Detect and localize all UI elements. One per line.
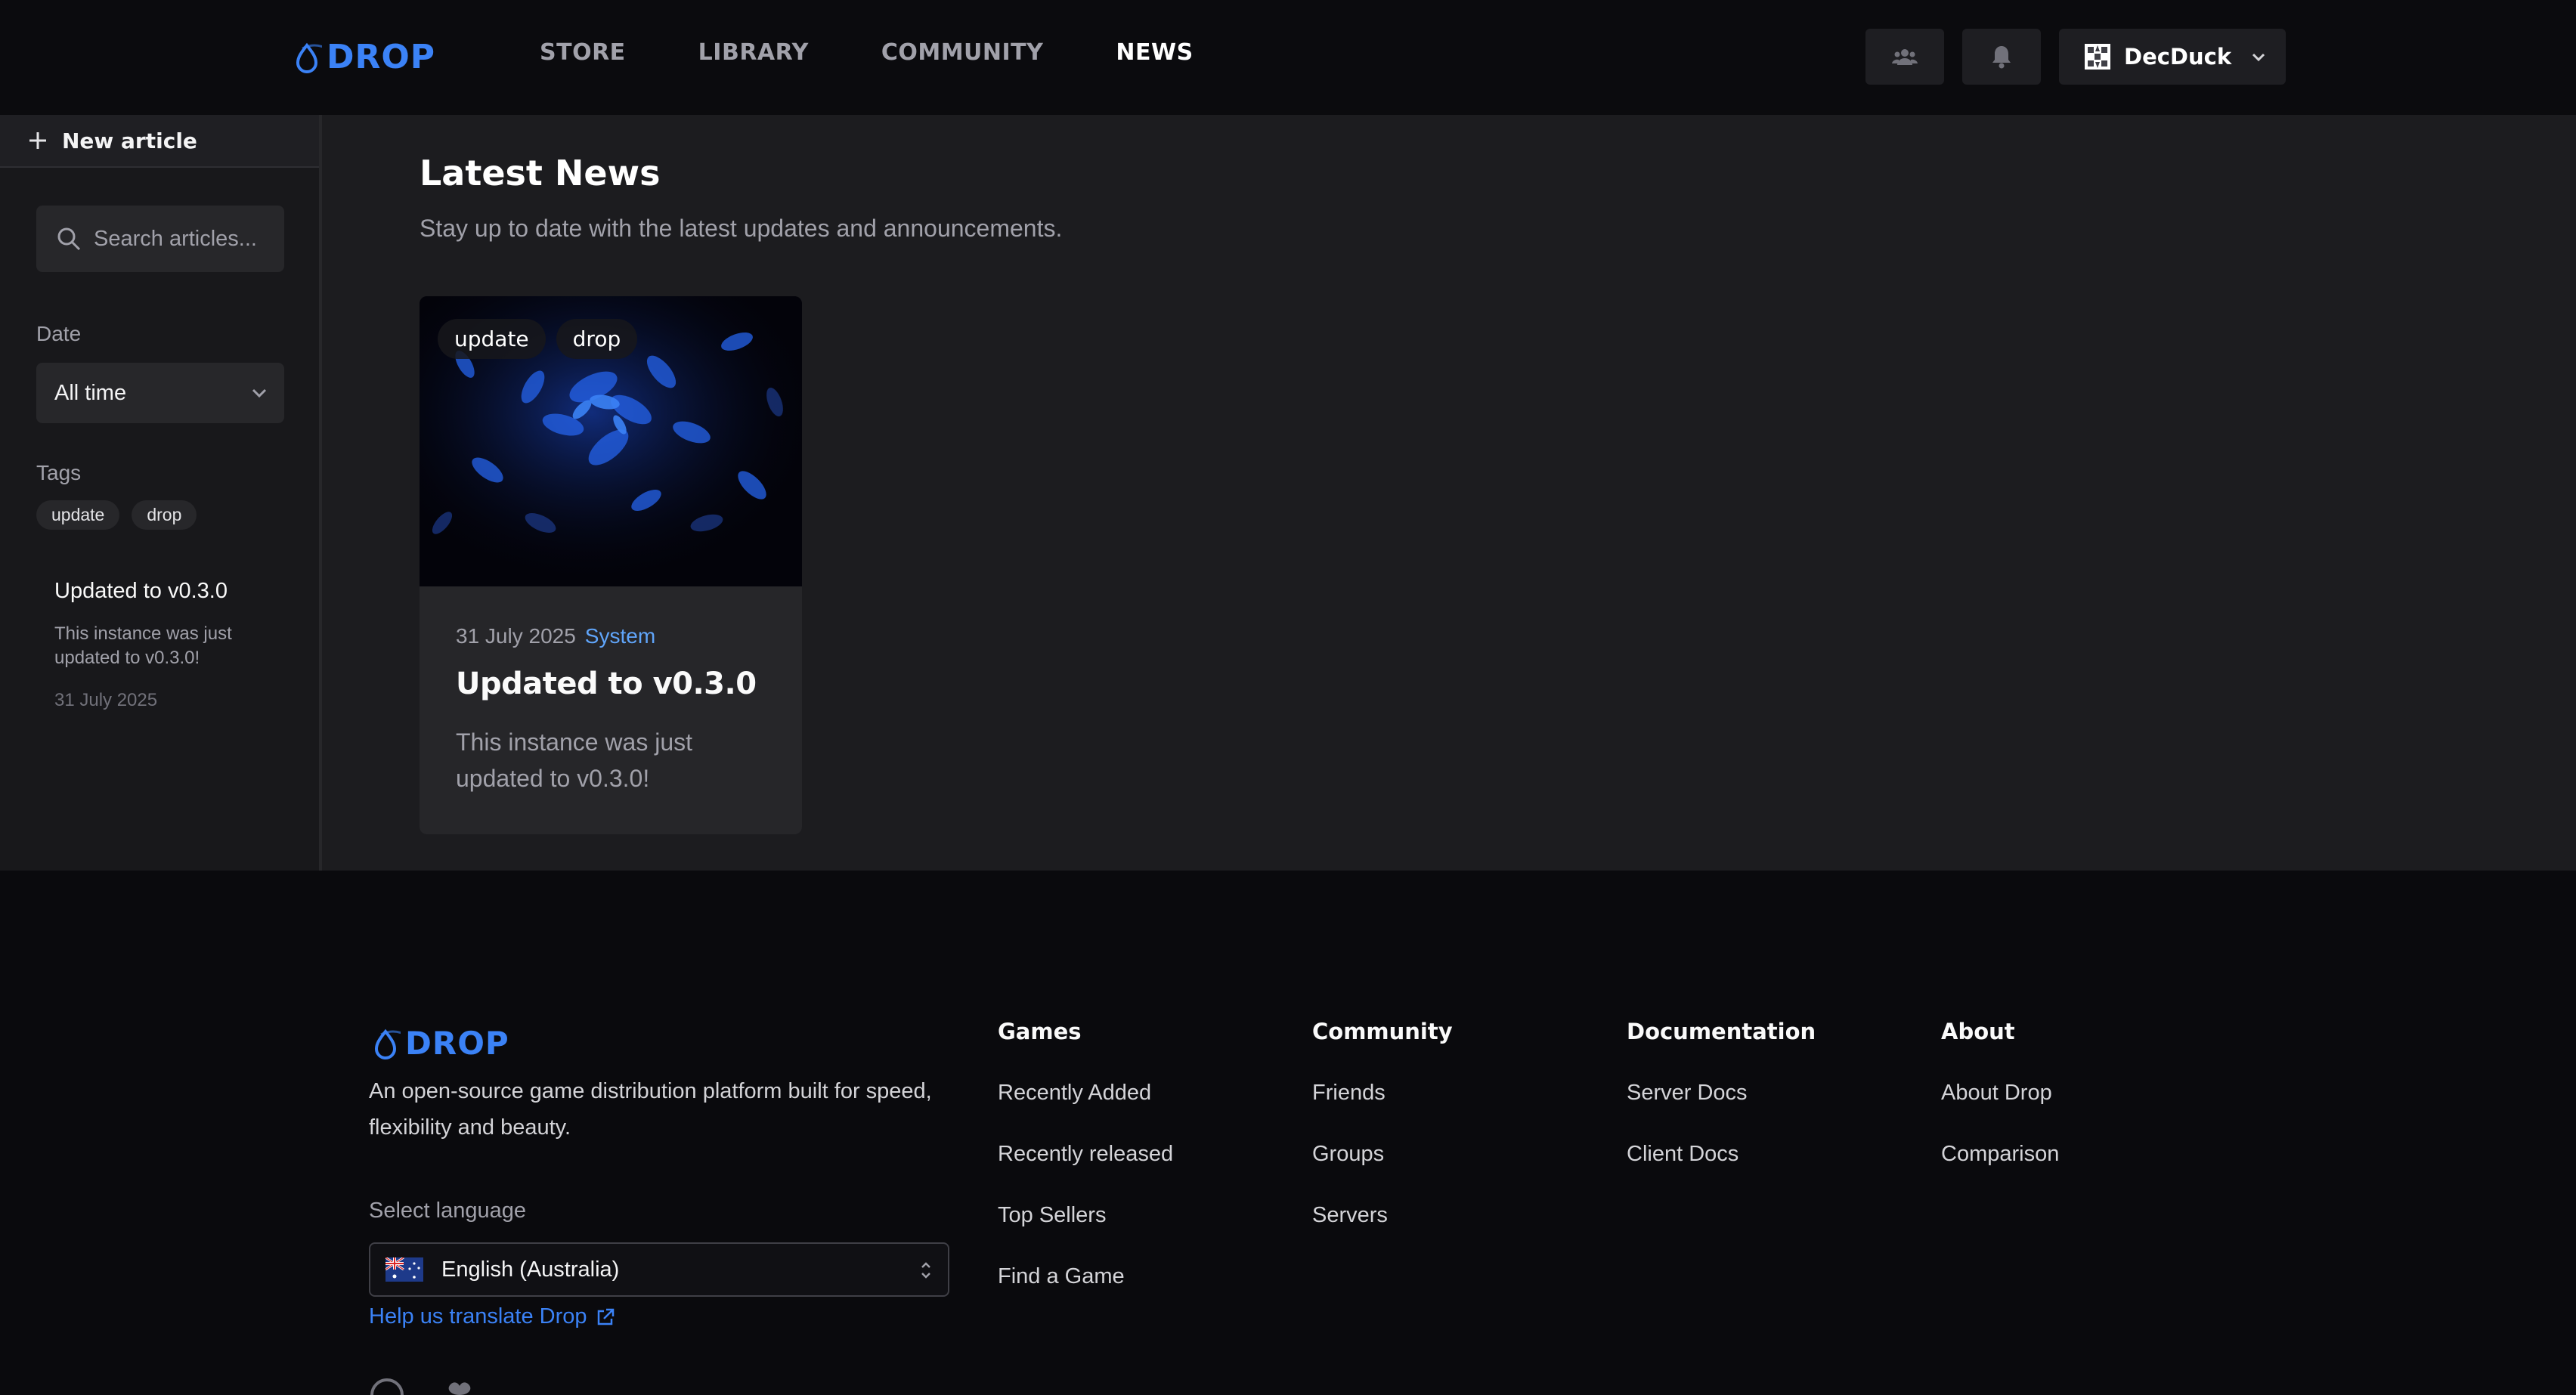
news-card[interactable]: update drop 31 July 2025 System Updated t… [420,296,802,834]
footer-link[interactable]: Groups [1312,1142,1453,1167]
footer-column-about: About About Drop Comparison [1941,1019,2059,1167]
chevron-down-icon [252,388,267,398]
footer-link[interactable]: Comparison [1941,1142,2059,1167]
news-main: Latest News Stay up to date with the lat… [322,115,2576,871]
footer-link[interactable]: Server Docs [1627,1081,1816,1106]
nav-library[interactable]: LIBRARY [698,39,809,66]
chevron-up-down-icon [921,1262,930,1279]
language-label: Select language [369,1199,526,1223]
new-article-button[interactable]: New article [0,115,319,168]
page-title: Latest News [420,153,661,193]
footer-tagline: An open-source game distribution platfor… [369,1079,932,1140]
new-article-label: New article [62,128,197,153]
news-card-image: update drop [420,296,802,586]
news-card-author: System [584,624,656,648]
sidebar-article-date: 31 July 2025 [54,690,158,710]
search-input[interactable] [94,226,275,252]
heart-icon[interactable] [443,1378,476,1395]
footer-column-heading: Games [998,1019,1082,1044]
logo-text: DROP [327,38,436,76]
user-menu-button[interactable]: DecDuck [2059,29,2286,85]
footer-link[interactable]: Friends [1312,1081,1453,1106]
logo-text: DROP [405,1025,509,1062]
news-card-description: This instance was just updated to v0.3.0… [456,728,693,792]
friends-button[interactable] [1865,29,1944,85]
footer-column-documentation: Documentation Server Docs Client Docs [1627,1019,1816,1167]
bell-icon [1992,46,2011,69]
news-card-tag: drop [556,319,638,359]
language-select[interactable]: English (Australia) [369,1242,949,1297]
plus-icon [29,132,46,149]
news-card-tag: update [438,319,546,359]
news-card-date: 31 July 2025 [456,624,576,648]
australia-flag-icon [385,1257,423,1282]
nav-news[interactable]: NEWS [1116,39,1193,66]
external-link-icon [597,1308,614,1325]
language-value: English (Australia) [441,1257,620,1282]
news-card-title: Updated to v0.3.0 [456,667,757,701]
page-subtitle: Stay up to date with the latest updates … [420,215,1063,242]
nav-community[interactable]: COMMUNITY [881,39,1044,66]
footer-link[interactable]: Client Docs [1627,1142,1816,1167]
date-filter-select[interactable]: All time [36,363,284,423]
footer-link[interactable]: Recently released [998,1142,1173,1167]
tag-update[interactable]: update [36,500,120,530]
footer-link[interactable]: Top Sellers [998,1203,1173,1228]
footer-column-games: Games Recently Added Recently released T… [998,1019,1173,1289]
top-navbar: DROP STORE LIBRARY COMMUNITY NEWS DecDuc… [0,0,2576,115]
translate-link-label: Help us translate Drop [369,1304,587,1328]
footer-link[interactable]: Recently Added [998,1081,1173,1106]
user-name: DecDuck [2124,44,2232,70]
date-filter-value: All time [54,380,127,405]
github-icon[interactable] [370,1378,404,1395]
drop-logo-icon [296,42,322,73]
sidebar-article-description: This instance was just updated to v0.3.0… [54,623,232,668]
sidebar-article-item[interactable]: Updated to v0.3.0 This instance was just… [54,579,281,711]
footer-column-heading: Documentation [1627,1019,1816,1044]
date-filter-label: Date [36,322,82,345]
chevron-down-icon [2252,53,2265,62]
users-icon [1892,49,1918,65]
news-sidebar: New article Date All time Tags update dr… [0,115,322,871]
search-articles[interactable] [36,206,284,272]
tags-label: Tags [36,461,82,484]
tag-filter-list: update drop [36,500,197,530]
footer-column-community: Community Friends Groups Servers [1312,1019,1453,1228]
notifications-button[interactable] [1962,29,2041,85]
search-icon [57,227,81,251]
tag-drop[interactable]: drop [132,500,197,530]
main-nav: STORE LIBRARY COMMUNITY NEWS [540,39,1266,66]
avatar [2085,44,2110,70]
footer-column-heading: About [1941,1019,2015,1044]
translate-link[interactable]: Help us translate Drop [369,1304,616,1329]
sidebar-article-title: Updated to v0.3.0 [54,579,228,603]
footer-logo[interactable]: DROP [370,1025,509,1062]
nav-store[interactable]: STORE [540,39,626,66]
footer-column-heading: Community [1312,1019,1453,1044]
news-card-meta: 31 July 2025 System [456,624,655,648]
site-footer: DROP An open-source game distribution pl… [0,871,2576,1395]
drop-logo-icon [374,1028,401,1059]
footer-link[interactable]: Find a Game [998,1264,1173,1289]
drop-logo[interactable]: DROP [292,38,435,76]
footer-link[interactable]: About Drop [1941,1081,2059,1106]
news-card-tags: update drop [438,319,638,359]
footer-link[interactable]: Servers [1312,1203,1453,1228]
